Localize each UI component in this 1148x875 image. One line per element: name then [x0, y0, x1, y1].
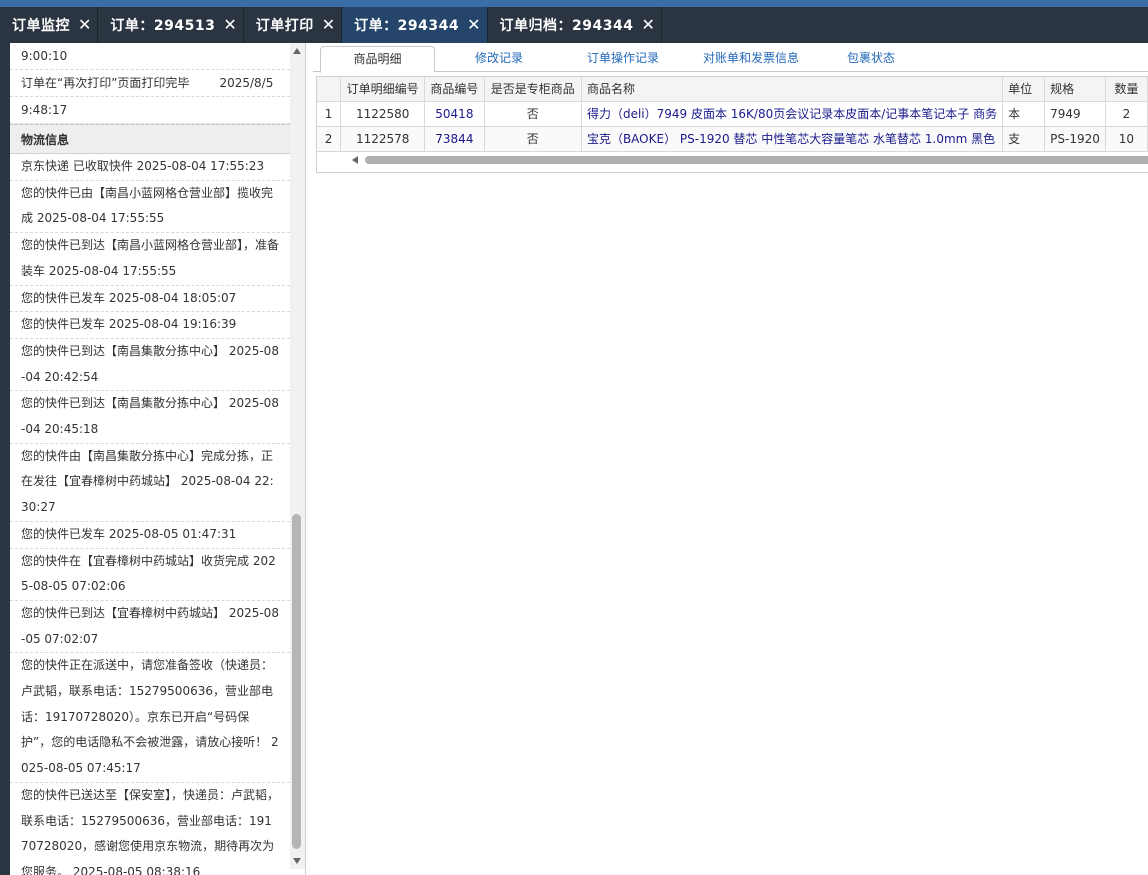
counter-product-cell: 否 [484, 126, 582, 152]
scroll-left-arrow-icon[interactable] [352, 156, 358, 164]
tab-label: 订单：294513 [110, 18, 216, 34]
logistics-item: 您的快件正在派送中，请您准备签收（快递员：卢武韬，联系电话：1527950063… [10, 653, 290, 783]
column-header-unit[interactable]: 单位 [1002, 77, 1046, 102]
logistics-item: 您的快件已发车 2025-08-04 19:16:39 [10, 312, 290, 339]
close-icon[interactable]: ✕ [223, 17, 236, 33]
product-id-link[interactable]: 50418 [424, 101, 485, 127]
logistics-item: 您的快件已由【南昌小蓝网格仓营业部】揽收完成 2025-08-04 17:55:… [10, 181, 290, 234]
tab-label: 订单归档：294344 [499, 18, 634, 34]
quantity-cell: 2 [1105, 101, 1148, 127]
close-icon[interactable]: ✕ [641, 17, 654, 33]
operation-text: 9:48:17 [21, 103, 68, 117]
subtab-statement-invoice[interactable]: 对账单和发票信息 [693, 46, 809, 72]
logistics-header: 物流信息 [10, 124, 290, 154]
unit-cell: 支 [1002, 126, 1046, 152]
spec-cell: PS-1920 [1044, 126, 1106, 152]
tab-order-archive-294344[interactable]: 订单归档：294344 ✕ [488, 7, 662, 43]
detail-id-cell: 1122578 [340, 126, 426, 152]
spec-cell: 7949 [1044, 101, 1106, 127]
tab-bar: 订单监控 ✕ 订单：294513 ✕ 订单打印 ✕ 订单：294344 ✕ 订单归档：2… [0, 7, 1148, 43]
close-icon[interactable]: ✕ [467, 17, 480, 33]
logistics-item: 您的快件已到达【宜春樟树中药城站】 2025-08-05 07:02:07 [10, 601, 290, 654]
subtab-product-detail[interactable]: 商品明细 [320, 46, 435, 73]
operation-text: 9:00:10 [21, 49, 68, 63]
top-accent-strip [0, 0, 1148, 7]
operation-date: 2025/8/5 [219, 76, 274, 90]
row-index: 2 [317, 126, 342, 152]
table-row[interactable]: 1 1122580 50418 否 得力（deli）7949 皮面本 16K/8… [317, 101, 1148, 127]
operation-text: 订单在“再次打印”页面打印完毕 [21, 76, 190, 90]
product-id-link[interactable]: 73844 [424, 126, 485, 152]
logistics-item: 您的快件在【宜春樟树中药城站】收货完成 2025-08-05 07:02:06 [10, 549, 290, 601]
subtab-order-operation-log[interactable]: 订单操作记录 [575, 46, 671, 72]
logistics-item: 您的快件已发车 2025-08-04 18:05:07 [10, 286, 290, 313]
column-header-index [317, 77, 342, 102]
tab-label: 订单打印 [255, 18, 314, 34]
product-table: 订单明细编号 商品编号 是否是专柜商品 商品名称 单位 规格 数量 1 1122… [317, 77, 1148, 152]
logistics-item: 您的快件已发车 2025-08-05 01:47:31 [10, 522, 290, 549]
column-header-quantity[interactable]: 数量 [1105, 77, 1148, 102]
logistics-item: 您的快件已到达【南昌小蓝网格仓营业部】，准备装车 2025-08-04 17:5… [10, 233, 290, 286]
row-index: 1 [317, 101, 342, 127]
column-header-detail-id[interactable]: 订单明细编号 [340, 77, 426, 102]
logistics-item: 您的快件由【南昌集散分拣中心】完成分拣，正在发往【宜春樟树中药城站】 2025-… [10, 444, 290, 522]
column-header-spec[interactable]: 规格 [1044, 77, 1106, 102]
operation-item: 订单在“再次打印”页面打印完毕 2025/8/5 [10, 70, 290, 97]
horizontal-scrollbar[interactable] [347, 153, 1148, 167]
operation-item: 9:48:17 [10, 97, 290, 124]
tab-order-print[interactable]: 订单打印 ✕ [244, 7, 343, 43]
operation-item: 9:00:10 [10, 43, 290, 70]
subtab-package-status[interactable]: 包裹状态 [835, 46, 907, 72]
column-header-counter-product[interactable]: 是否是专柜商品 [484, 77, 582, 102]
scroll-down-arrow-icon[interactable] [293, 858, 301, 864]
counter-product-cell: 否 [484, 101, 582, 127]
scrollbar-thumb[interactable] [292, 514, 301, 849]
column-header-product-id[interactable]: 商品编号 [424, 77, 485, 102]
subtab-change-log[interactable]: 修改记录 [453, 46, 545, 72]
detail-subtabs: 商品明细 修改记录 订单操作记录 对账单和发票信息 包裹状态 [313, 43, 1148, 73]
tab-label: 订单：294344 [354, 18, 460, 34]
logistics-scroll-area: 9:00:10 订单在“再次打印”页面打印完毕 2025/8/5 9:48:17 … [10, 43, 290, 875]
table-header-row: 订单明细编号 商品编号 是否是专柜商品 商品名称 单位 规格 数量 [317, 77, 1148, 102]
quantity-cell: 10 [1105, 126, 1148, 152]
table-row[interactable]: 2 1122578 73844 否 宝克（BAOKE） PS-1920 替芯 中… [317, 126, 1148, 152]
logistics-panel: 9:00:10 订单在“再次打印”页面打印完毕 2025/8/5 9:48:17 … [10, 43, 306, 875]
logistics-item: 您的快件已到达【南昌集散分拣中心】 2025-08-04 20:45:18 [10, 391, 290, 444]
detail-panel: 商品明细 修改记录 订单操作记录 对账单和发票信息 包裹状态 订单明细编号 商品… [313, 43, 1148, 875]
product-name-link[interactable]: 得力（deli）7949 皮面本 16K/80页会议记录本皮面本/记事本笔记本子… [581, 101, 1004, 127]
product-grid: 订单明细编号 商品编号 是否是专柜商品 商品名称 单位 规格 数量 1 1122… [316, 76, 1148, 173]
column-header-product-name[interactable]: 商品名称 [581, 77, 1004, 102]
detail-id-cell: 1122580 [340, 101, 426, 127]
tab-label: 订单监控 [12, 18, 70, 34]
scroll-up-arrow-icon[interactable] [293, 48, 301, 54]
tab-order-monitor[interactable]: 订单监控 ✕ [0, 7, 99, 43]
left-edge-bar [0, 43, 10, 875]
logistics-item: 您的快件已到达【南昌集散分拣中心】 2025-08-04 20:42:54 [10, 339, 290, 392]
logistics-item: 您的快件已送达至【保安室】，快递员：卢武韬，联系电话：15279500636，营… [10, 783, 290, 875]
logistics-item: 京东快递 已收取快件 2025-08-04 17:55:23 [10, 154, 290, 181]
horizontal-scrollbar-thumb[interactable] [365, 156, 1148, 164]
product-name-link[interactable]: 宝克（BAOKE） PS-1920 替芯 中性笔芯大容量笔芯 水笔替芯 1.0m… [581, 126, 1004, 152]
vertical-scrollbar[interactable] [290, 43, 305, 869]
unit-cell: 本 [1002, 101, 1046, 127]
close-icon[interactable]: ✕ [322, 17, 335, 33]
close-icon[interactable]: ✕ [78, 17, 91, 33]
tab-order-294513[interactable]: 订单：294513 ✕ [98, 7, 244, 43]
tab-order-294344[interactable]: 订单：294344 ✕ [342, 7, 488, 43]
